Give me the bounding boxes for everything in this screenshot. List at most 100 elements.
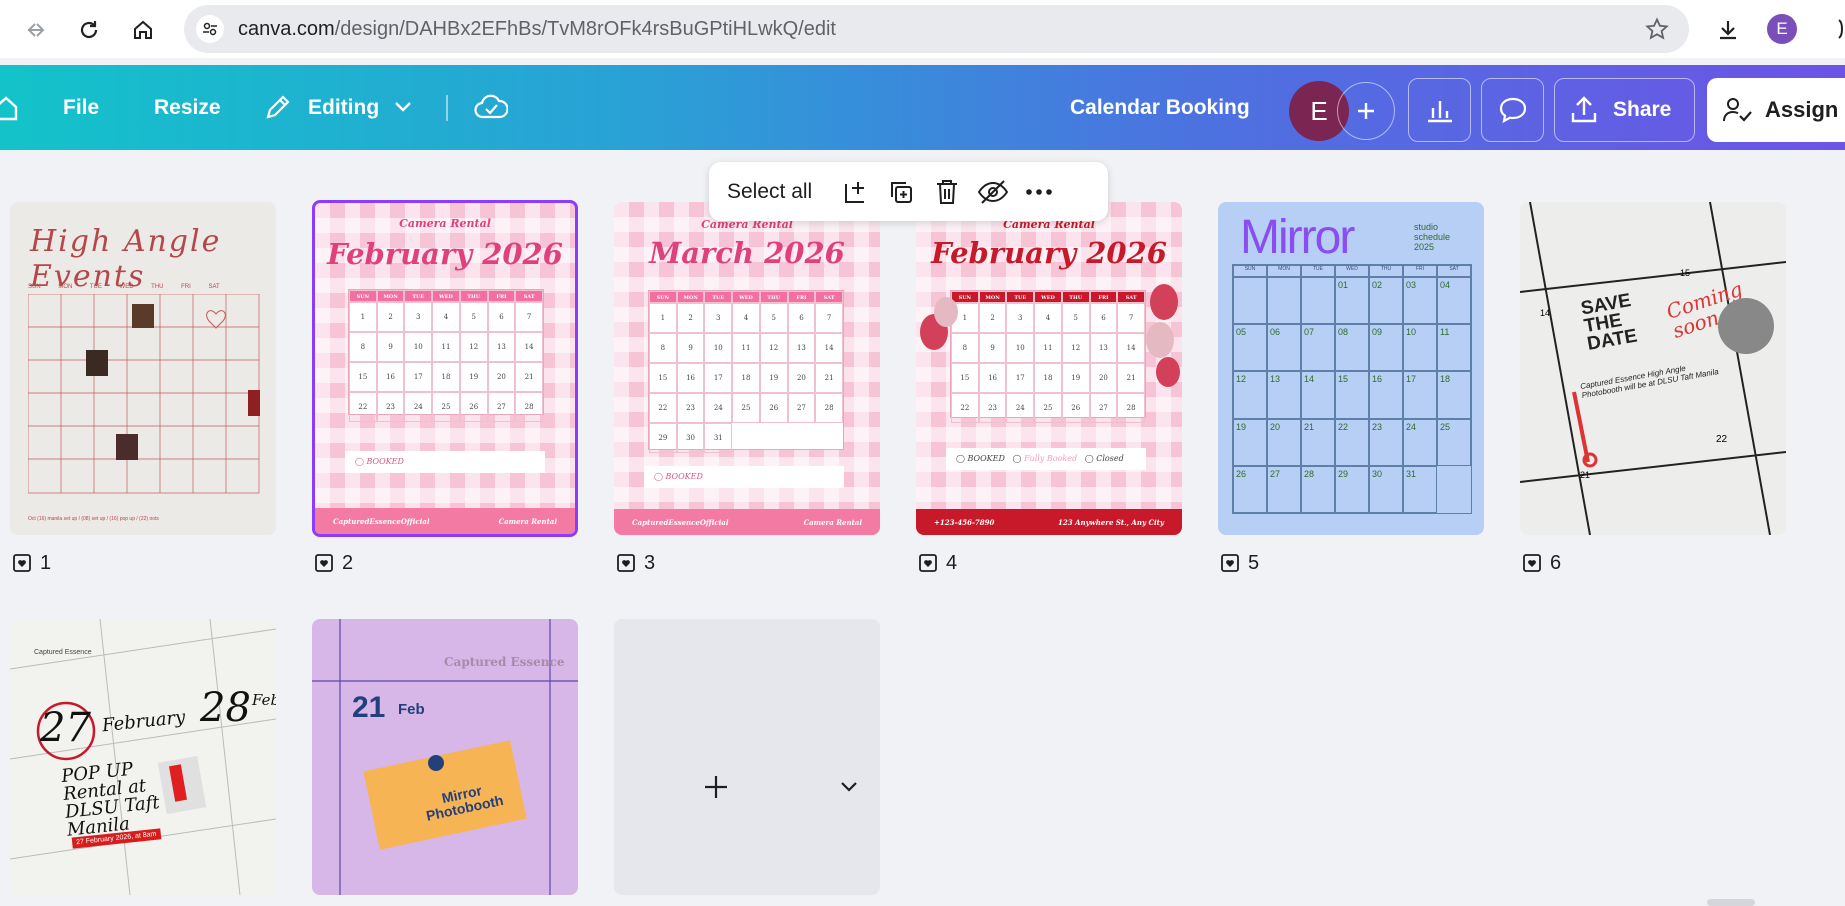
booked-legend-label: BOOKED [967,454,1005,463]
closed-legend-label: Closed [1096,454,1124,463]
home-icon[interactable] [0,95,18,126]
weekday-header: SAT [815,291,843,303]
add-page-tile[interactable] [614,619,880,895]
share-button[interactable]: Share [1554,78,1695,142]
page-label-4[interactable]: 4 [918,551,957,575]
calendar-day: 18 [732,363,760,393]
calendar-day: 11 [432,332,460,362]
page-thumbnail-1[interactable]: High Angle Events SUN MON TUE WED THU FR… [10,202,276,535]
calendar-day: 26 [759,393,788,423]
calendar-day: 12 [459,332,488,362]
bookmark-star-icon[interactable] [1645,17,1669,46]
calendar-day: 18 [1437,371,1471,419]
profile-avatar[interactable]: E [1767,14,1797,44]
calendar-day: 01 [1335,277,1369,325]
page-thumbnail-3[interactable]: Camera Rental March 2026 SUN MON TUE WED THU… [614,202,880,535]
calendar-day: 6 [787,303,816,333]
cloud-saved-icon[interactable] [474,92,509,127]
assign-button[interactable]: Assign [1707,78,1845,142]
calendar-day: 29 [1335,465,1369,513]
page-8-month: Feb [398,701,425,718]
page-number: 4 [946,551,958,574]
duplicate-page-icon[interactable] [878,169,924,215]
footer-right: Camera Rental [498,516,557,526]
add-page-options-chevron-icon[interactable] [838,779,860,800]
address-bar[interactable]: canva.com/design/DAHBx2EFhBs/TvM8rOFk4rs… [184,5,1689,53]
site-settings-icon[interactable] [196,15,224,43]
calendar-day: 15 [349,362,377,392]
chevron-down-icon[interactable] [393,100,413,119]
calendar-day: 2 [676,303,705,333]
calendar-day: 10 [1403,324,1437,372]
weekday-header: THU [759,291,788,303]
calendar-day: 24 [704,393,733,423]
page-8-brand: Captured Essence [444,655,565,669]
page-2-eyebrow: Camera Rental [399,217,491,230]
calendar-day: 3 [404,302,433,332]
forward-arrow-icon[interactable] [18,12,54,48]
browser-chrome: canva.com/design/DAHBx2EFhBs/TvM8rOFk4rs… [0,0,1845,58]
page-heart-icon [919,554,937,572]
comments-button[interactable] [1481,78,1544,142]
page-2-footer: CapturedEssenceOfficial Camera Rental [315,508,575,534]
hide-page-icon[interactable] [970,169,1016,215]
page-thumbnail-2[interactable]: Camera Rental February 2026 SUN MON TUE WED… [312,200,578,537]
page-5-title: Mirror [1240,211,1355,264]
page-thumbnail-4[interactable]: Camera Rental February 2026 SUN MON TUE WED… [916,202,1182,535]
insights-button[interactable] [1408,78,1471,142]
subtitle-line: studio [1414,222,1439,232]
page-label-1[interactable]: 1 [12,551,51,575]
page-2-calendar-grid: SUN MON TUE WED THU FRI SAT 1 2 3 4 5 6 7 8 9 10 11 12 13 14… [348,289,544,422]
comment-icon [1499,97,1526,124]
weekday-header: THU [1369,265,1403,277]
calendar-day: 25 [432,392,460,422]
page-8-day: 21 [352,691,386,724]
calendar-day: 02 [1369,277,1403,325]
calendar-day: 21 [1301,418,1335,466]
page-1-weekdays: SUN MON TUE WED THU FRI SAT [28,284,220,290]
home-icon[interactable] [125,12,161,48]
page-3-calendar-grid: SUN MON TUE WED THU FRI SAT 1 2 3 4 5 6 7 8 9 10 11 12 13 14… [648,290,844,453]
calendar-day: 30 [676,423,705,453]
page-thumbnail-5[interactable]: Mirror studio schedule 2025 SUN MON TUE WED… [1218,202,1484,535]
calendar-day: 25 [1437,418,1471,466]
assign-label: Assign [1765,97,1839,122]
calendar-day: 9 [676,333,705,363]
delete-page-icon[interactable] [924,169,970,215]
calendar-day: 12 [1233,371,1267,419]
page-number: 5 [1248,551,1260,574]
url-text[interactable]: canva.com/design/DAHBx2EFhBs/TvM8rOFk4rs… [238,18,836,41]
pencil-icon [264,93,292,126]
page-label-2[interactable]: 2 [314,551,353,575]
page-thumbnail-8[interactable]: Captured Essence 21 Feb Mirror Photoboot… [312,619,578,895]
more-options-icon[interactable] [1016,169,1062,215]
calendar-day: 11 [732,333,760,363]
booked-legend-label: BOOKED [366,457,404,466]
downloads-icon[interactable] [1710,12,1746,48]
file-menu[interactable]: File [63,96,99,120]
calendar-day: 31 [1403,465,1437,513]
calendar-day: 12 [759,333,788,363]
page-label-5[interactable]: 5 [1220,551,1259,575]
add-page-plus-icon[interactable] [702,773,730,806]
design-title[interactable]: Calendar Booking [1070,96,1250,120]
weekday-header: FRI [487,290,516,302]
add-page-icon[interactable] [832,169,878,215]
scrollbar-thumb[interactable] [1707,899,1755,906]
calendar-day: 25 [732,393,760,423]
calendar-day: 08 [1335,324,1369,372]
calendar-day: 27 [487,392,516,422]
reload-icon[interactable] [71,12,107,48]
invite-plus-button[interactable] [1337,82,1395,140]
page-thumbnail-7[interactable]: Captured Essence 27 February 28 Feb POP … [10,619,276,895]
resize-button[interactable]: Resize [154,96,221,120]
editing-mode-dropdown[interactable]: Editing [308,96,379,120]
select-all-button[interactable]: Select all [727,180,812,204]
page-label-6[interactable]: 6 [1522,551,1561,575]
calendar-day: 18 [432,362,460,392]
browser-menu-icon[interactable] [1829,16,1845,42]
page-4-title: February 2026 [931,236,1167,270]
page-thumbnail-6[interactable]: 15 14 22 21 SAVE THE DATE Coming soon Ca… [1520,202,1786,535]
page-6-date-15: 15 [1680,268,1691,278]
page-label-3[interactable]: 3 [616,551,655,575]
